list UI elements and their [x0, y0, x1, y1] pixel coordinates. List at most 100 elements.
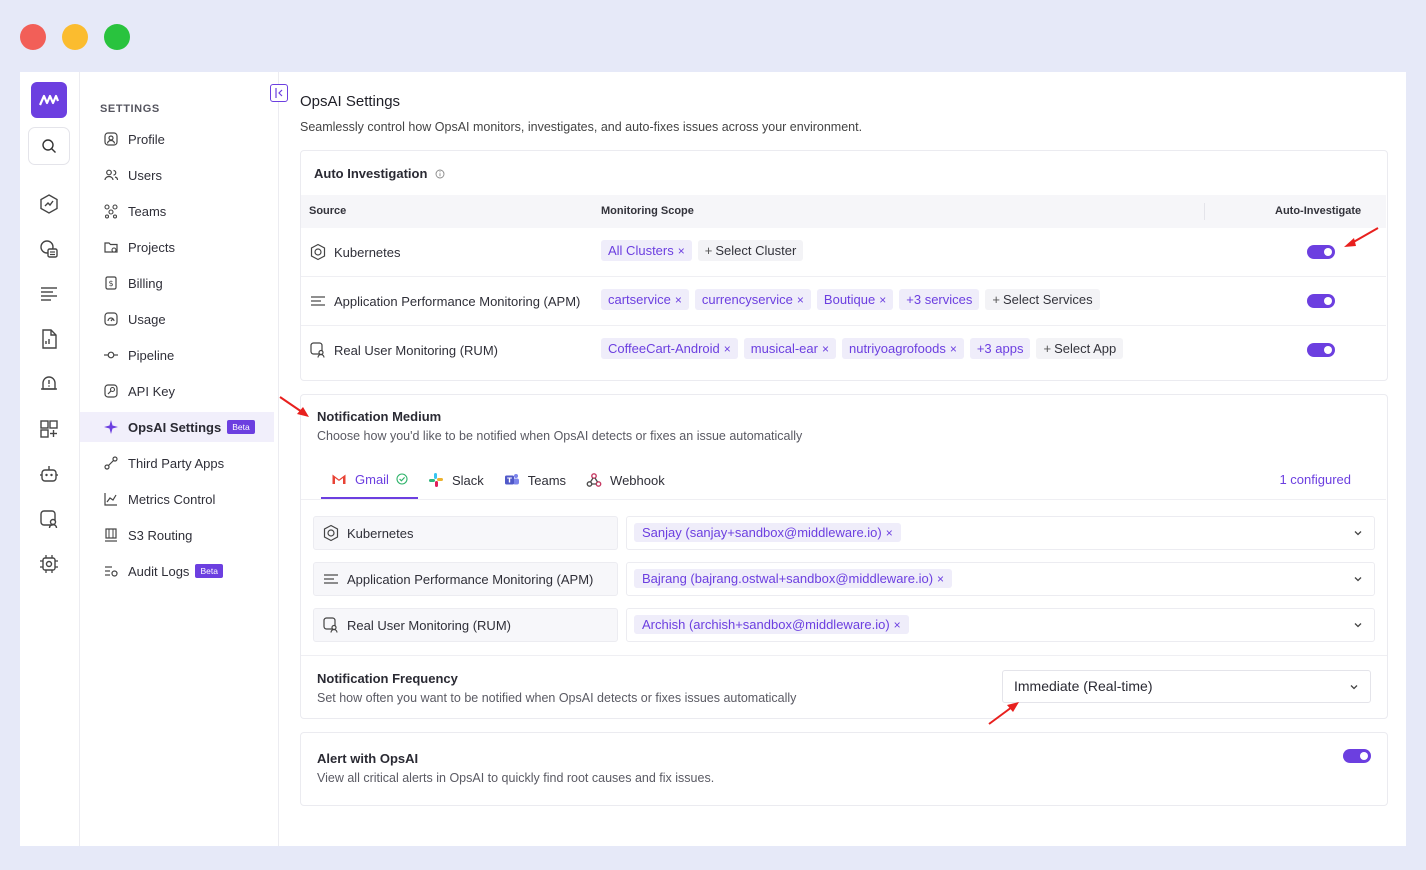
rum-icon[interactable]: [37, 507, 61, 531]
auto-investigate-toggle[interactable]: [1307, 245, 1335, 259]
recipient-chip[interactable]: Sanjay (sanjay+sandbox@middleware.io) ×: [634, 523, 901, 542]
sidebar-item-profile[interactable]: Profile: [80, 124, 274, 154]
infrastructure-icon[interactable]: [37, 237, 61, 261]
notification-source-rum: Real User Monitoring (RUM): [313, 608, 618, 642]
tab-webhook[interactable]: Webhook: [576, 461, 675, 499]
sidebar-item-label: API Key: [128, 383, 175, 399]
kubernetes-icon: [309, 243, 327, 261]
reports-icon[interactable]: [37, 327, 61, 351]
api-key-icon: [102, 382, 120, 400]
chevron-down-icon[interactable]: [1352, 619, 1364, 631]
sidebar-item-label: Teams: [128, 203, 167, 219]
auto-investigate-toggle[interactable]: [1307, 343, 1335, 357]
sidebar-item-billing[interactable]: $ Billing: [80, 268, 274, 298]
window-minimize-button[interactable]: [62, 24, 88, 50]
search-icon[interactable]: [28, 127, 70, 165]
settings-icon[interactable]: [37, 552, 61, 576]
more-services-chip[interactable]: +3 services: [899, 289, 980, 310]
scope-chip[interactable]: Boutique ×: [816, 289, 894, 310]
alerts-icon[interactable]: [37, 372, 61, 396]
auto-investigation-title: Auto Investigation: [314, 166, 445, 182]
remove-icon[interactable]: ×: [894, 618, 901, 632]
slack-icon: [428, 472, 444, 488]
svg-text:$: $: [108, 279, 113, 288]
pipeline-icon: [102, 346, 120, 364]
chevron-down-icon[interactable]: [1352, 527, 1364, 539]
info-icon[interactable]: [435, 167, 445, 182]
profile-icon: [102, 130, 120, 148]
select-app-button[interactable]: + Select App: [1036, 338, 1124, 359]
logs-icon[interactable]: [37, 282, 61, 306]
sidebar-item-audit-logs[interactable]: Audit Logs Beta: [80, 556, 274, 586]
select-cluster-button[interactable]: + Select Cluster: [697, 240, 804, 261]
tab-teams[interactable]: T Teams: [494, 461, 576, 499]
annotation-arrow-icon: [1344, 227, 1379, 247]
sidebar-item-s3-routing[interactable]: S3 Routing: [80, 520, 274, 550]
apps-icon[interactable]: [37, 417, 61, 441]
configured-check-icon: [396, 473, 408, 485]
rum-icon: [309, 341, 327, 359]
scope-chip[interactable]: musical-ear ×: [743, 338, 836, 359]
remove-icon[interactable]: ×: [822, 342, 829, 356]
scope-chip[interactable]: nutriyoagrofoods ×: [841, 338, 964, 359]
dashboard-icon[interactable]: [37, 192, 61, 216]
scope-chip[interactable]: CoffeeCart-Android ×: [601, 338, 738, 359]
sidebar-item-teams[interactable]: Teams: [80, 196, 274, 226]
chevron-down-icon[interactable]: [1352, 573, 1364, 585]
sidebar-item-opsai-settings[interactable]: OpsAI Settings Beta: [80, 412, 274, 442]
monitoring-scope: CoffeeCart-Android × musical-ear × nutriyo…: [601, 338, 1124, 359]
sidebar-item-pipeline[interactable]: Pipeline: [80, 340, 274, 370]
remove-icon[interactable]: ×: [879, 293, 886, 307]
remove-icon[interactable]: ×: [937, 572, 944, 586]
source-kubernetes: Kubernetes: [309, 243, 401, 261]
notification-frequency-select[interactable]: Immediate (Real-time): [1002, 670, 1371, 703]
remove-icon[interactable]: ×: [678, 244, 685, 258]
alert-opsai-toggle[interactable]: [1343, 749, 1371, 763]
beta-badge: Beta: [227, 420, 255, 434]
sidebar-item-label: Pipeline: [128, 347, 175, 363]
icon-rail: [20, 72, 80, 846]
notification-frequency-subtitle: Set how often you want to be notified wh…: [317, 691, 797, 705]
main-content: OpsAI Settings Seamlessly control how Op…: [280, 72, 1406, 846]
auto-investigate-toggle[interactable]: [1307, 294, 1335, 308]
remove-icon[interactable]: ×: [950, 342, 957, 356]
source-apm: Application Performance Monitoring (APM): [309, 292, 580, 310]
recipient-chip[interactable]: Archish (archish+sandbox@middleware.io) ×: [634, 615, 909, 634]
remove-icon[interactable]: ×: [724, 342, 731, 356]
tab-slack[interactable]: Slack: [418, 461, 494, 499]
users-icon: [102, 166, 120, 184]
logo-icon[interactable]: [31, 82, 67, 118]
sidebar-item-projects[interactable]: Projects: [80, 232, 274, 262]
opsai-bot-icon[interactable]: [37, 462, 61, 486]
configured-count: 1 configured: [1279, 472, 1351, 487]
sidebar-item-metrics-control[interactable]: Metrics Control: [80, 484, 274, 514]
select-services-button[interactable]: + Select Services: [985, 289, 1100, 310]
scope-chip[interactable]: All Clusters ×: [601, 240, 692, 261]
teams-app-icon: T: [504, 472, 520, 488]
sidebar-item-label: Projects: [128, 239, 175, 255]
window-close-button[interactable]: [20, 24, 46, 50]
remove-icon[interactable]: ×: [886, 526, 893, 540]
recipient-select[interactable]: Sanjay (sanjay+sandbox@middleware.io) ×: [626, 516, 1375, 550]
sidebar-item-third-party-apps[interactable]: Third Party Apps: [80, 448, 274, 478]
scope-chip[interactable]: currencyservice ×: [694, 289, 811, 310]
sidebar-item-api-key[interactable]: API Key: [80, 376, 274, 406]
recipient-select[interactable]: Bajrang (bajrang.ostwal+sandbox@middlewa…: [626, 562, 1375, 596]
more-apps-chip[interactable]: +3 apps: [969, 338, 1031, 359]
recipient-chip[interactable]: Bajrang (bajrang.ostwal+sandbox@middlewa…: [634, 569, 953, 588]
remove-icon[interactable]: ×: [675, 293, 682, 307]
recipient-select[interactable]: Archish (archish+sandbox@middleware.io) ×: [626, 608, 1375, 642]
sidebar-item-usage[interactable]: Usage: [80, 304, 274, 334]
table-row: Real User Monitoring (RUM) CoffeeCart-An…: [301, 326, 1386, 375]
rum-icon: [322, 616, 340, 634]
window-maximize-button[interactable]: [104, 24, 130, 50]
remove-icon[interactable]: ×: [797, 293, 804, 307]
monitoring-scope: All Clusters × + Select Cluster: [601, 240, 804, 261]
annotation-arrow-icon: [988, 702, 1019, 725]
sidebar-item-users[interactable]: Users: [80, 160, 274, 190]
s3-icon: [102, 526, 120, 544]
tab-gmail[interactable]: Gmail: [321, 461, 418, 499]
scope-chip[interactable]: cartservice ×: [601, 289, 689, 310]
notification-source-kubernetes: Kubernetes: [313, 516, 618, 550]
beta-badge: Beta: [195, 564, 223, 578]
